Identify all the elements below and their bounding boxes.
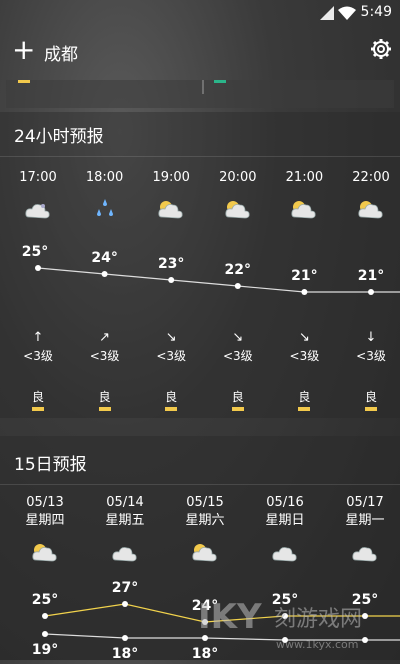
wifi-icon [338, 6, 356, 20]
hourly-temp-point [101, 271, 108, 277]
svg-text:IKY: IKY [198, 597, 262, 637]
watermark-url: www.1kyx.com [276, 638, 358, 651]
indicator-yellow [18, 80, 30, 83]
hourly-temp-chart [35, 265, 400, 295]
hourly-temp-point [35, 265, 41, 271]
daily-high-point [42, 613, 48, 619]
hourly-temp-line [37, 267, 400, 293]
watermark: IKY 刻游戏网 www.1kyx.com [190, 590, 400, 660]
watermark-logo-icon: IKY 刻游戏网 www.1kyx.com [198, 597, 362, 651]
daily-low-point [42, 631, 48, 637]
hourly-forecast-panel: 24小时预报 17:00 25° ↑ <3级良 18:00 24° ↗ <3级良 19:00 23… [0, 112, 400, 418]
city-name[interactable]: 成都 [44, 40, 78, 65]
hourly-temp-point [234, 283, 241, 289]
hourly-temp-point [168, 277, 175, 283]
daily-high-point [122, 601, 128, 607]
gear-icon[interactable] [370, 38, 392, 60]
app-header: + 成都 [0, 26, 400, 82]
hourly-temp-point [368, 289, 374, 295]
indicator-green [214, 80, 226, 83]
status-time: 5:49 [360, 4, 392, 20]
daily-low-point [122, 635, 128, 641]
current-weather-card [6, 80, 394, 108]
status-bar: 5:49 [0, 0, 400, 26]
signal-icon [320, 6, 334, 20]
add-city-button[interactable]: + [12, 36, 35, 64]
watermark-text: 刻游戏网 [274, 607, 362, 632]
hourly-temp-point [301, 289, 308, 295]
card-divider [202, 80, 204, 94]
